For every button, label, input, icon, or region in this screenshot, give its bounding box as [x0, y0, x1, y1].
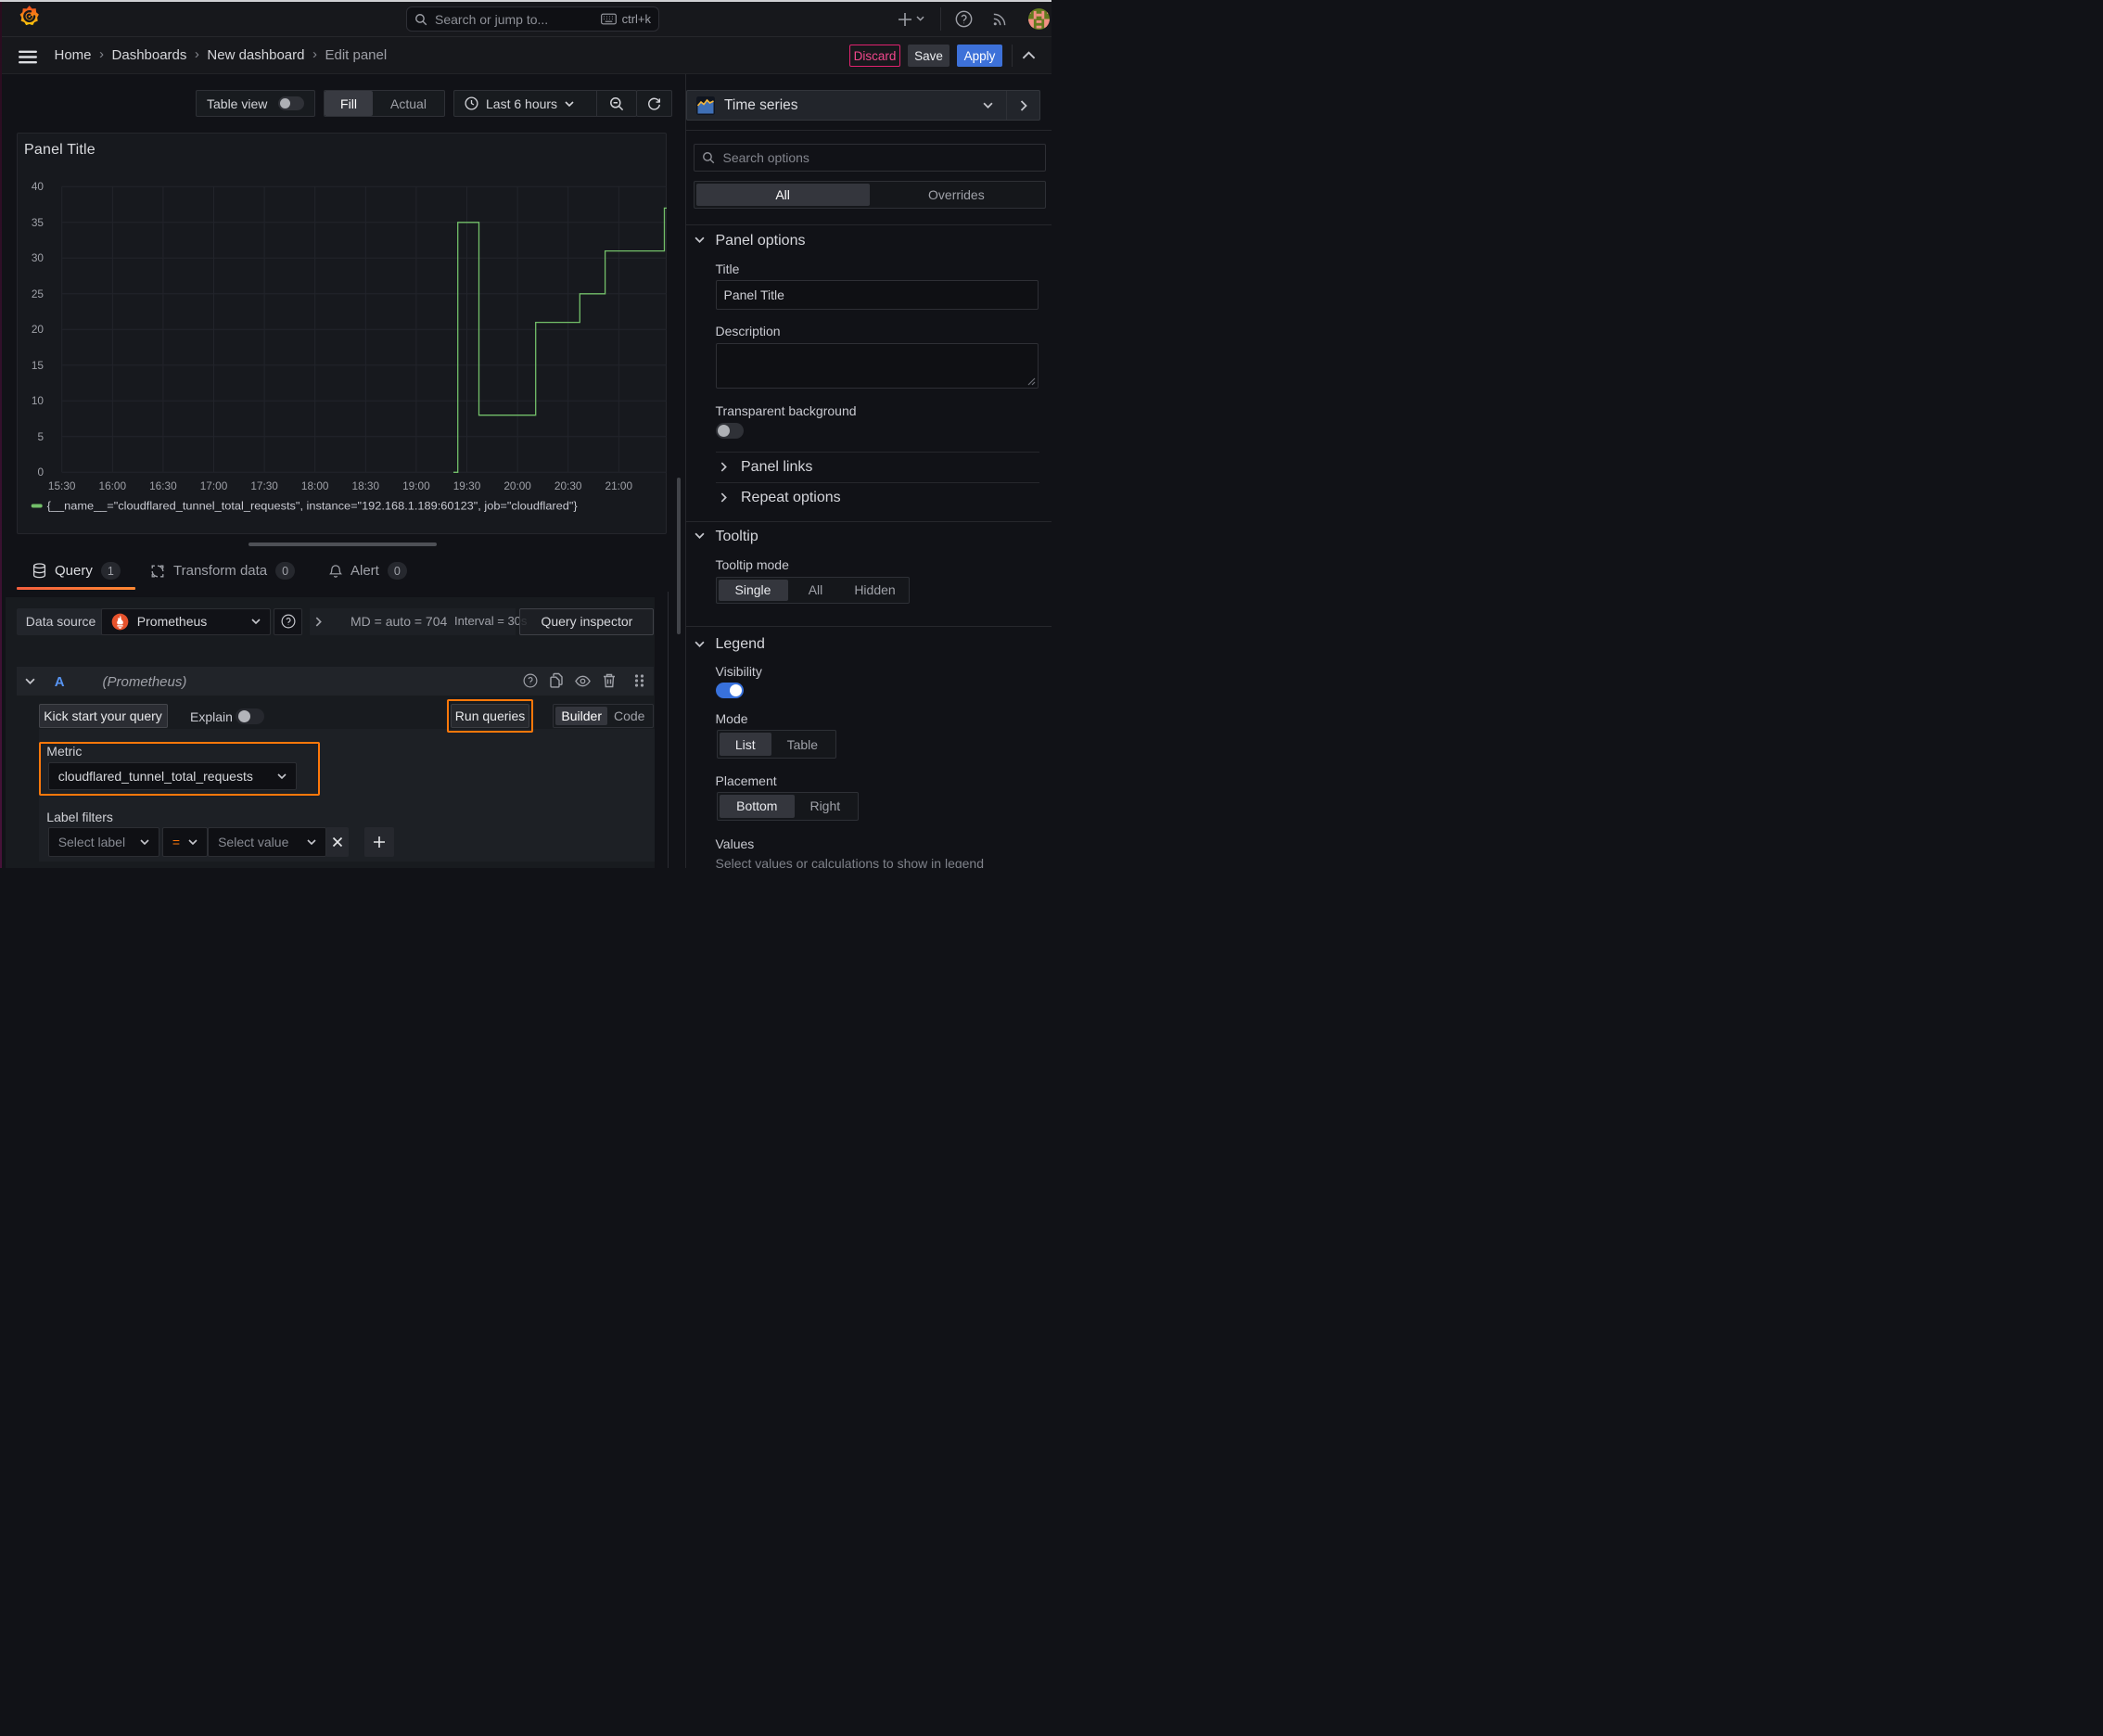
svg-text:{__name__="cloudflared_tunnel_: {__name__="cloudflared_tunnel_total_requ… — [47, 500, 578, 513]
